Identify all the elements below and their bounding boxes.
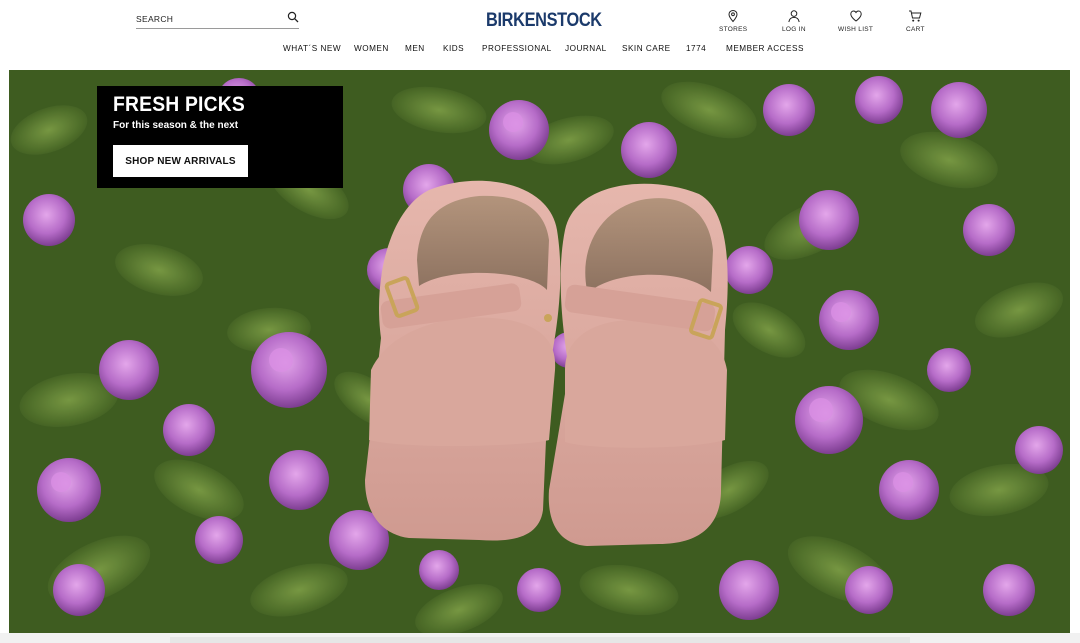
promo-subtitle: For this season & the next: [113, 120, 239, 131]
nav-member-access[interactable]: MEMBER ACCESS: [726, 44, 804, 53]
cart-link[interactable]: CART: [906, 9, 925, 33]
right-clog: [548, 183, 728, 546]
left-clog: [365, 180, 561, 541]
search-icon[interactable]: [287, 11, 299, 23]
login-link[interactable]: LOG IN: [782, 9, 806, 33]
hero-banner[interactable]: FRESH PICKS For this season & the next S…: [9, 70, 1070, 633]
nav-1774[interactable]: 1774: [686, 44, 706, 53]
promo-box: FRESH PICKS For this season & the next S…: [97, 86, 343, 188]
nav-men[interactable]: MEN: [405, 44, 425, 53]
nav-whats-new[interactable]: WHAT´S NEW: [283, 44, 341, 53]
search-bar[interactable]: [136, 9, 299, 29]
site-header: BIRKENSTOCK STORES LOG IN WISH LIST CART…: [0, 0, 1080, 70]
nav-journal[interactable]: JOURNAL: [565, 44, 607, 53]
main-navigation: WHAT´S NEW WOMEN MEN KIDS PROFESSIONAL J…: [0, 44, 1080, 58]
user-icon: [788, 10, 800, 23]
nav-women[interactable]: WOMEN: [354, 44, 389, 53]
shop-new-arrivals-button[interactable]: SHOP NEW ARRIVALS: [113, 145, 248, 177]
brand-logo[interactable]: BIRKENSTOCK: [486, 10, 602, 32]
cart-label: CART: [906, 26, 925, 33]
stores-label: STORES: [719, 26, 748, 33]
next-section-edge: [0, 633, 1080, 643]
nav-professional[interactable]: PROFESSIONAL: [482, 44, 552, 53]
next-section-card: [170, 637, 910, 643]
location-pin-icon: [728, 9, 738, 23]
promo-title: FRESH PICKS: [113, 93, 245, 116]
login-label: LOG IN: [782, 26, 806, 33]
stores-link[interactable]: STORES: [719, 9, 747, 33]
heart-icon: [849, 10, 862, 22]
search-input[interactable]: [136, 12, 276, 26]
wishlist-link[interactable]: WISH LIST: [838, 9, 873, 33]
cart-icon: [909, 10, 922, 22]
wishlist-label: WISH LIST: [838, 26, 874, 33]
nav-kids[interactable]: KIDS: [443, 44, 464, 53]
nav-skin-care[interactable]: SKIN CARE: [622, 44, 671, 53]
